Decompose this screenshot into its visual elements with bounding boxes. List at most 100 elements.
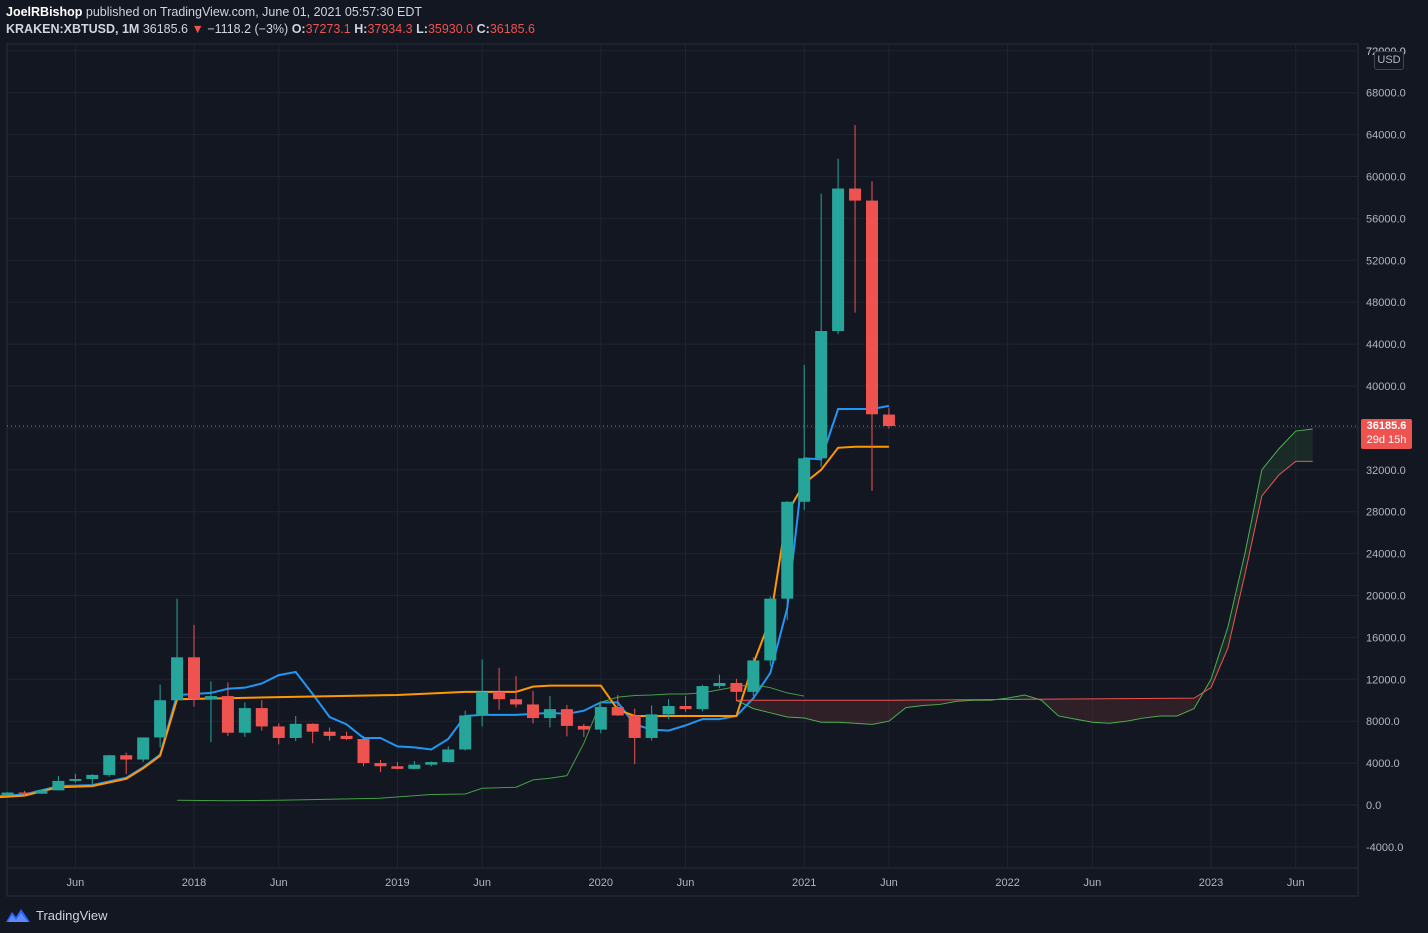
candle-up: [459, 715, 472, 750]
tradingview-logo-icon: [6, 909, 30, 922]
candle-down: [849, 188, 862, 201]
candle-up: [154, 700, 167, 738]
cloud-segment: [1261, 448, 1279, 496]
cloud-segment: [1160, 698, 1178, 716]
series-tenkan-line: [0, 404, 890, 798]
candle-up: [798, 458, 811, 502]
candle-down: [188, 657, 200, 700]
price-tick-label: 56000.0: [1366, 213, 1406, 225]
cloud-segment: [1227, 553, 1245, 648]
cloud-segment: [1109, 698, 1127, 724]
price-axis[interactable]: -4000.0 0.0 4000.0 8000.0 12000.0 16000.0 2000…: [1366, 46, 1406, 854]
candle-up: [543, 709, 556, 719]
time-tick-label: Jun: [677, 877, 695, 889]
footer-brand[interactable]: TradingView: [6, 905, 108, 925]
candlesticks: [1, 125, 895, 796]
candle-up: [204, 696, 217, 700]
price-tick-label: 68000.0: [1366, 88, 1406, 100]
series-span_a-line: [736, 428, 1313, 725]
candle-up: [832, 188, 845, 332]
candle-up: [764, 598, 777, 661]
candle-down: [510, 699, 523, 705]
time-axis[interactable]: Jun 2018 Jun 2019 Jun 2020 Jun 2021 Jun 2022 Jun 20…: [66, 877, 1304, 889]
time-tick-label: 2020: [589, 877, 613, 889]
time-tick-label: 2022: [995, 877, 1019, 889]
time-tick-label: Jun: [1083, 877, 1101, 889]
bar-countdown: 29d 15h: [1366, 434, 1407, 446]
candle-down: [391, 766, 404, 769]
cloud-segment: [1075, 698, 1093, 723]
candle-down: [577, 725, 590, 730]
price-chart[interactable]: -4000.0 0.0 4000.0 8000.0 12000.0 16000.0 2000…: [0, 0, 1428, 933]
series-kijun-line: [0, 445, 889, 799]
price-tick-label: 52000.0: [1366, 255, 1406, 267]
price-tick-label: 0.0: [1366, 800, 1381, 812]
candle-down: [374, 763, 387, 767]
candle-up: [408, 764, 421, 769]
candle-down: [628, 715, 641, 738]
candle-down: [18, 792, 31, 794]
candle-up: [747, 660, 760, 692]
price-tick-label: 12000.0: [1366, 674, 1406, 686]
candle-down: [527, 704, 539, 719]
candle-down: [560, 709, 573, 726]
cloud-segment: [1092, 698, 1110, 724]
cloud-segment: [1126, 698, 1144, 722]
candle-up: [86, 774, 99, 780]
price-tick-label: 48000.0: [1366, 297, 1406, 309]
time-tick-label: Jun: [880, 877, 898, 889]
time-tick-label: 2018: [182, 877, 206, 889]
price-tick-label: 44000.0: [1366, 339, 1406, 351]
cloud-segment: [888, 700, 906, 722]
candle-up: [35, 790, 48, 794]
candle-up: [425, 762, 438, 765]
grid-lines: [7, 44, 1359, 896]
price-tick-label: 16000.0: [1366, 632, 1406, 644]
candle-down: [340, 735, 353, 740]
candle-down: [611, 707, 624, 716]
price-tick-label: 32000.0: [1366, 465, 1406, 477]
candle-up: [69, 779, 82, 781]
candle-up: [1, 792, 14, 795]
candle-down: [323, 731, 336, 736]
candle-up: [594, 707, 607, 730]
candle-up: [238, 708, 251, 733]
cloud-segment: [1143, 698, 1161, 719]
ichimoku-cloud: [736, 428, 1313, 725]
candle-down: [221, 696, 234, 733]
cloud-segment: [872, 700, 889, 725]
cloud-segment: [1295, 428, 1313, 462]
candle-up: [289, 723, 302, 738]
price-tick-label: 64000.0: [1366, 130, 1406, 142]
cloud-segment: [821, 700, 839, 723]
time-tick-label: Jun: [473, 877, 491, 889]
candle-down: [357, 739, 370, 764]
candle-down: [272, 726, 285, 738]
cloud-segment: [787, 700, 805, 719]
candle-down: [493, 691, 506, 700]
candle-down: [882, 414, 895, 426]
candle-up: [645, 714, 658, 738]
candle-up: [103, 755, 116, 775]
candle-up: [171, 657, 184, 701]
time-tick-label: Jun: [1287, 877, 1305, 889]
cloud-segment: [1177, 698, 1195, 716]
price-tick-label: 28000.0: [1366, 507, 1406, 519]
currency-badge[interactable]: USD: [1374, 51, 1404, 70]
candle-up: [442, 749, 455, 763]
candle-up: [696, 686, 709, 710]
indicator-lines: [0, 404, 1313, 802]
candle-up: [476, 691, 489, 716]
time-tick-label: Jun: [270, 877, 288, 889]
price-tick-label: 4000.0: [1366, 758, 1400, 770]
candle-up: [815, 331, 828, 459]
cloud-segment: [838, 700, 856, 724]
time-tick-label: 2021: [792, 877, 816, 889]
brand-name: TradingView: [36, 907, 108, 923]
candle-up: [662, 706, 675, 715]
candle-down: [866, 200, 878, 415]
price-tick-label: 60000.0: [1366, 172, 1406, 184]
last-price-badge: 36185.6 29d 15h: [1361, 419, 1412, 449]
last-price-badge-value: 36185.6: [1366, 420, 1407, 432]
time-tick-label: 2023: [1199, 877, 1223, 889]
